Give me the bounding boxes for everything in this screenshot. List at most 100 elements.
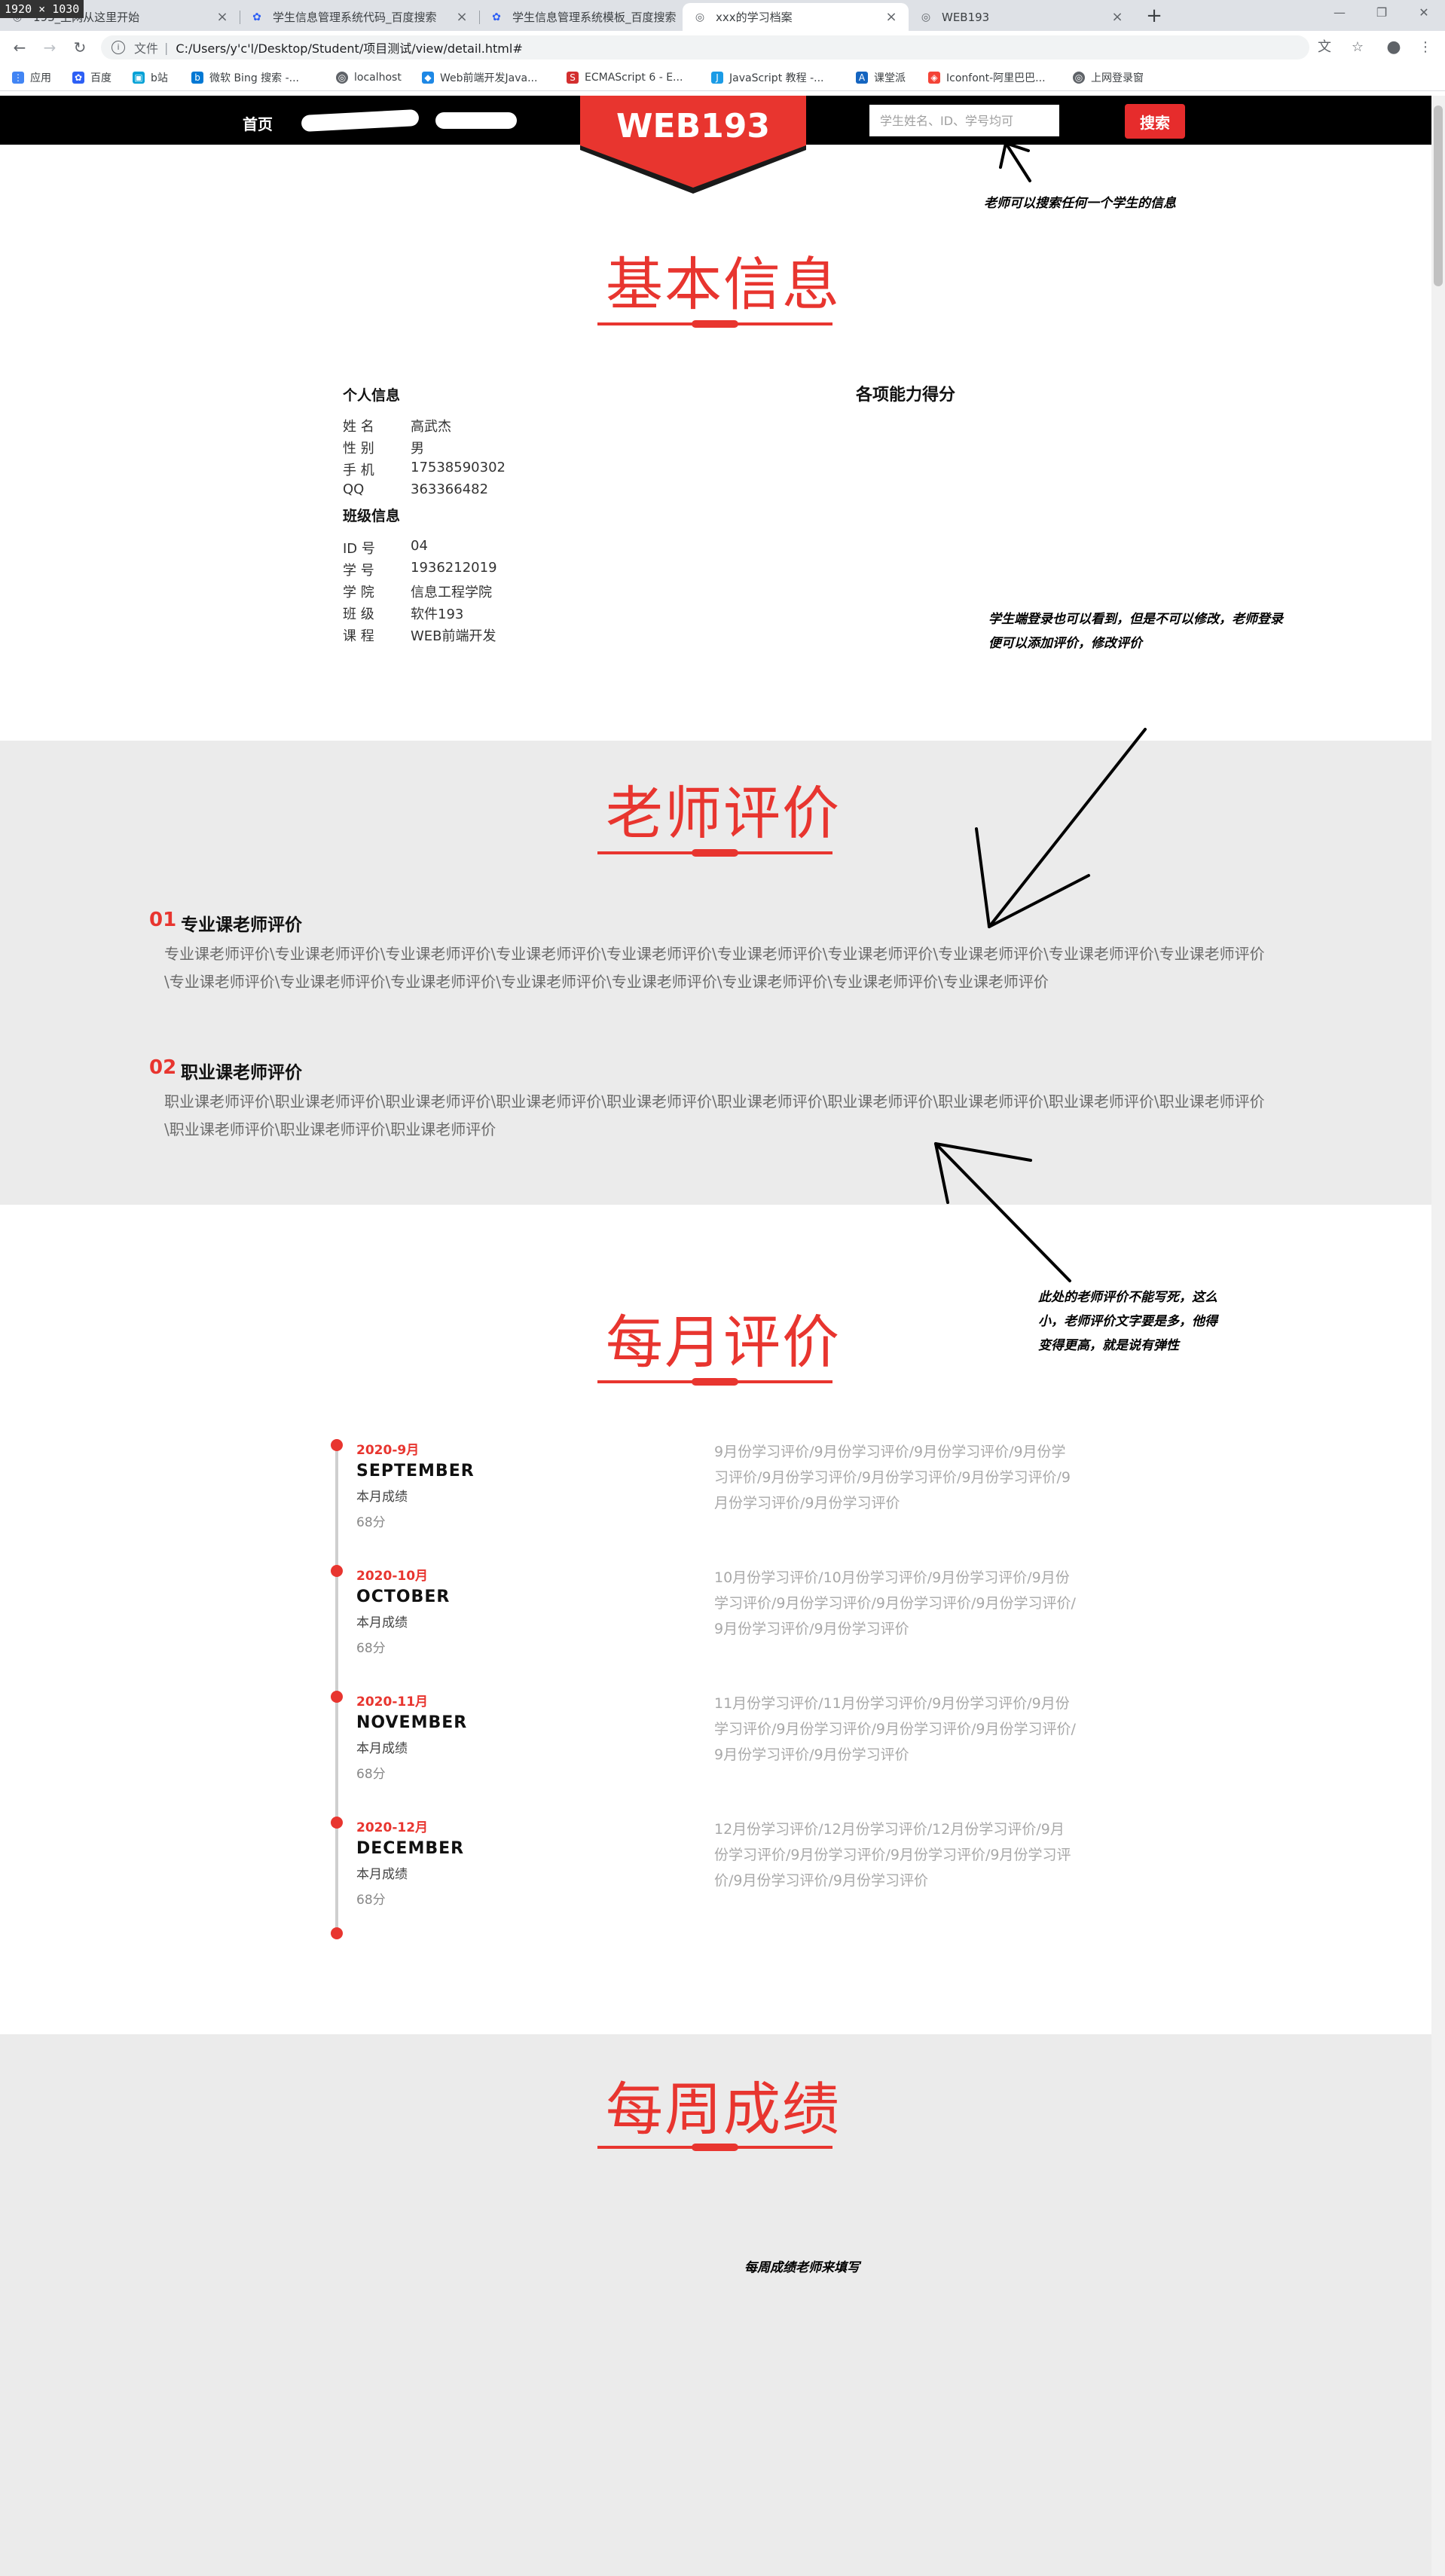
brand-text: WEB193 [616, 107, 770, 145]
tab-label: WEB193 [942, 10, 990, 24]
info-value: 高武杰 [411, 419, 451, 435]
info-key: 学 院 [343, 585, 374, 600]
weekly-score-title: 每周成绩 [606, 2076, 841, 2143]
address-separator: | [164, 40, 169, 55]
tab-close-icon[interactable]: × [884, 9, 898, 25]
bookmark-label: 课堂派 [874, 72, 906, 84]
brand-logo[interactable]: WEB193 [580, 96, 806, 198]
minimize-icon[interactable]: — [1318, 0, 1361, 26]
info-value: 软件193 [411, 607, 464, 622]
info-key: 性 别 [343, 441, 374, 457]
timeline-month: DECEMBER [356, 1839, 465, 1858]
scrollbar-thumb[interactable] [1434, 105, 1443, 286]
translate-icon[interactable]: 文 [1315, 38, 1333, 57]
address-input[interactable]: i 文件 | C:/Users/y'c'l/Desktop/Student/项目… [101, 35, 1309, 60]
bookmark-label: b站 [151, 72, 168, 84]
info-value: 信息工程学院 [411, 585, 492, 600]
iconfont-icon: ◈ [928, 72, 940, 84]
timeline-description: 11月份学习评价/11月份学习评价/9月份学习评价/9月份学习评价/9月份学习评… [714, 1695, 1076, 1763]
bookmark-iconfont[interactable]: ◈ Iconfont-阿里巴巴... [928, 69, 1046, 87]
apps-grid-icon: ⋮ [12, 72, 24, 84]
redaction-blot [435, 112, 517, 129]
info-key: 手 机 [343, 463, 374, 478]
info-icon[interactable]: i [112, 41, 125, 54]
timeline-dot [331, 1439, 343, 1451]
class-info-heading: 班级信息 [343, 508, 401, 524]
size-badge: 1920 × 1030 [0, 0, 84, 18]
close-window-icon[interactable]: ✕ [1403, 0, 1445, 26]
globe-icon: ◎ [336, 72, 348, 84]
star-icon[interactable]: ☆ [1349, 38, 1367, 57]
tab-2[interactable]: ✿ 学生信息管理系统代码_百度搜索 × [240, 3, 479, 31]
forward-arrow-icon[interactable]: → [39, 37, 60, 58]
tab-close-icon[interactable]: × [1110, 9, 1124, 25]
timeline-score: 68分 [356, 1641, 386, 1656]
bookmark-label: 百度 [90, 72, 112, 84]
menu-kebab-icon[interactable]: ⋮ [1416, 38, 1434, 57]
nav-home-link[interactable]: 首页 [243, 112, 273, 134]
globe-icon: ◎ [921, 11, 931, 23]
tab-5[interactable]: ◎ WEB193 × [909, 3, 1135, 31]
timeline-month: SEPTEMBER [356, 1462, 475, 1481]
reload-icon[interactable]: ↻ [69, 37, 90, 58]
eval-text-vocational: 职业课老师评价\职业课老师评价\职业课老师评价\职业课老师评价\职业课老师评价\… [164, 1092, 1265, 1138]
bookmark-login[interactable]: ◎ 上网登录窗 [1073, 69, 1144, 87]
bookmark-baidu[interactable]: ✿ 百度 [72, 69, 112, 87]
timeline-description: 12月份学习评价/12月份学习评价/12月份学习评价/9月份学习评价/9月份学习… [714, 1821, 1071, 1889]
url-text: C:/Users/y'c'l/Desktop/Student/项目测试/view… [176, 41, 523, 56]
eval-number: 02 [149, 1056, 177, 1079]
timeline-score-label: 本月成绩 [356, 1490, 408, 1505]
info-row-qq: QQ 363366482 [343, 481, 488, 497]
bookmarks-bar: ⋮ 应用 ✿ 百度 ▣ b站 b 微软 Bing 搜索 -... ◎ localhost … [0, 64, 1445, 91]
search-button[interactable]: 搜索 [1125, 104, 1185, 139]
es-logo-icon: S [567, 72, 579, 84]
bookmark-apps[interactable]: ⋮ 应用 [12, 69, 51, 87]
timeline-score-label: 本月成绩 [356, 1867, 408, 1882]
search-input[interactable] [869, 105, 1059, 136]
baidu-paw-icon: ✿ [252, 11, 261, 23]
tab-label: 学生信息管理系统代码_百度搜索 [273, 11, 437, 24]
account-icon[interactable]: ● [1385, 38, 1403, 57]
bookmark-javascript[interactable]: J JavaScript 教程 -... [711, 69, 823, 87]
teacher-eval-title: 老师评价 [606, 780, 841, 847]
bookmark-ketangpai[interactable]: A 课堂派 [856, 69, 906, 87]
timeline-dot [331, 1565, 343, 1577]
bookmark-ecmascript[interactable]: S ECMAScript 6 - E... [567, 69, 683, 87]
tab-label: 学生信息管理系统模板_百度搜索 [512, 11, 677, 24]
timeline-end-dot [331, 1927, 343, 1939]
baidu-paw-icon: ✿ [492, 11, 501, 23]
globe-icon: ◎ [1073, 72, 1085, 84]
address-bar-row: ← → ↻ i 文件 | C:/Users/y'c'l/Desktop/Stud… [0, 31, 1445, 64]
back-arrow-icon[interactable]: ← [9, 37, 30, 58]
bookmark-localhost[interactable]: ◎ localhost [336, 69, 402, 87]
timeline-score: 68分 [356, 1515, 386, 1530]
info-value: WEB前端开发 [411, 628, 496, 644]
bing-icon: b [191, 72, 203, 84]
bookmark-label: Iconfont-阿里巴巴... [946, 72, 1046, 84]
bookmark-bilibili[interactable]: ▣ b站 [133, 69, 168, 87]
info-key: 班 级 [343, 607, 374, 622]
timeline-line [335, 1445, 338, 1935]
info-row-name: 姓 名 高武杰 [343, 416, 451, 435]
timeline-score: 68分 [356, 1893, 386, 1908]
redaction-blot [301, 108, 420, 133]
annotation-weekly: 每周成绩老师来填写 [744, 2260, 860, 2275]
timeline-month: OCTOBER [356, 1587, 451, 1606]
title-underline-accent [692, 1378, 738, 1386]
page-scrollbar[interactable] [1431, 96, 1445, 2576]
tab-4-active[interactable]: ◎ xxx的学习档案 × [683, 3, 909, 31]
bookmark-webfront[interactable]: ◆ Web前端开发Java... [422, 69, 537, 87]
title-underline-accent [692, 2144, 738, 2151]
annotation-flexible-2: 小，老师评价文字要是多，他得 [1038, 1314, 1217, 1329]
new-tab-button[interactable]: + [1142, 3, 1166, 29]
eval-heading-vocational: 职业课老师评价 [181, 1063, 302, 1083]
bookmark-bing[interactable]: b 微软 Bing 搜索 -... [191, 69, 299, 87]
restore-icon[interactable]: ❐ [1361, 0, 1403, 26]
tab-close-icon[interactable]: × [455, 9, 469, 25]
arrow-to-search [999, 142, 1031, 182]
info-value: 17538590302 [411, 460, 506, 475]
info-key: 学 号 [343, 563, 374, 579]
monthly-eval-title: 每月评价 [606, 1309, 841, 1376]
js-logo-icon: J [711, 72, 723, 84]
tab-close-icon[interactable]: × [215, 9, 229, 25]
